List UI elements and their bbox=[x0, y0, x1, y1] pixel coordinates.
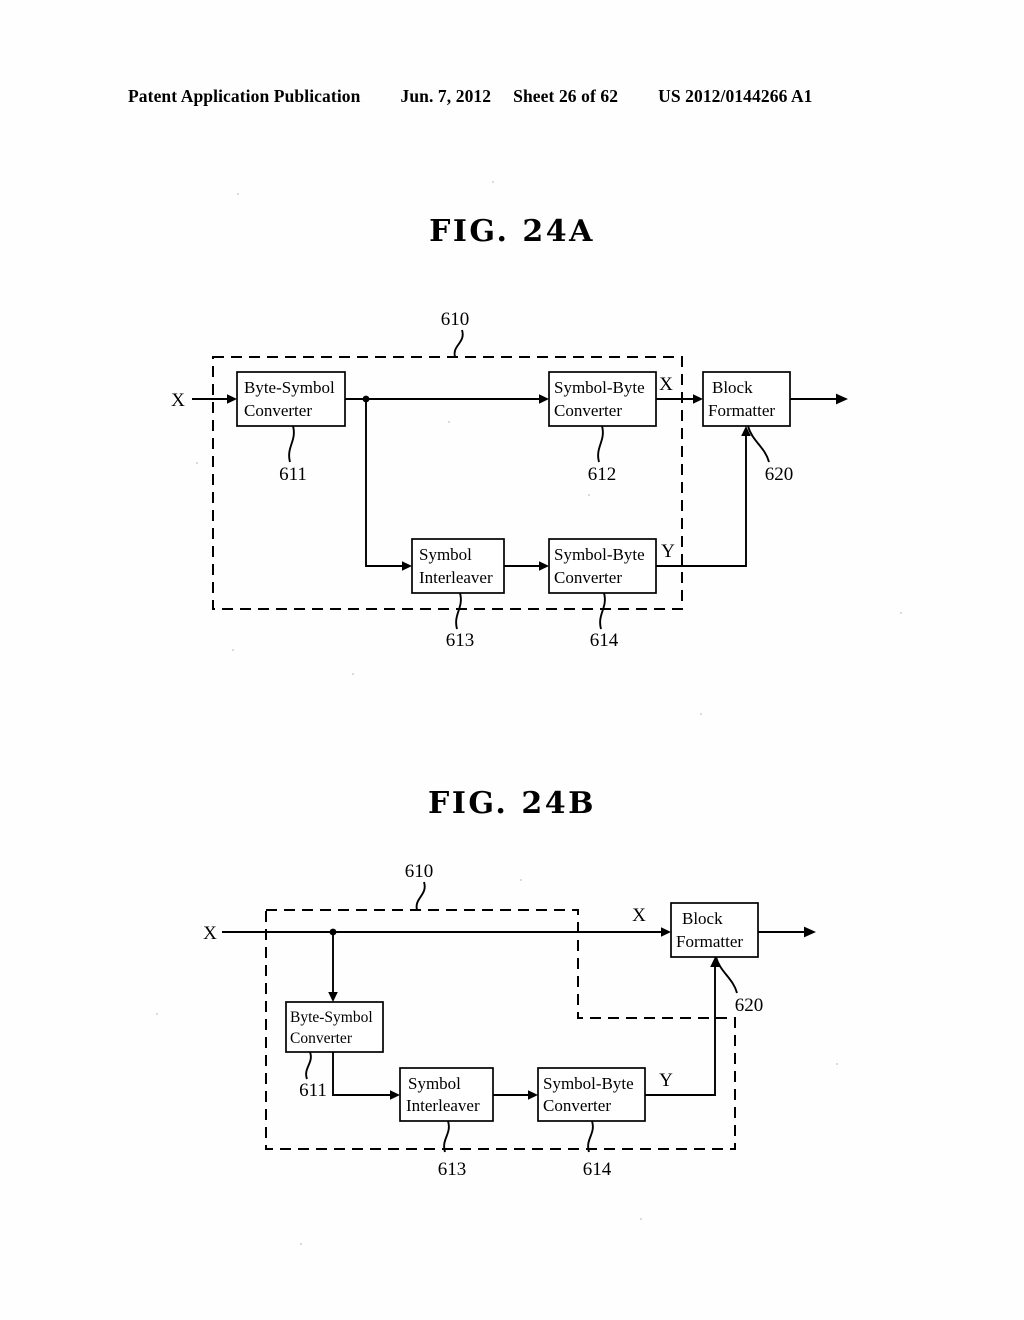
leader-line-611-b bbox=[305, 1051, 312, 1080]
ref-num-611-b: 611 bbox=[299, 1080, 327, 1101]
block-614-line2-b: Converter bbox=[543, 1096, 611, 1115]
leader-line-620-b bbox=[715, 956, 738, 994]
block-614-line1-b: Symbol-Byte bbox=[543, 1074, 634, 1093]
leader-line-613-b bbox=[443, 1120, 450, 1153]
block-620-line2-b: Formatter bbox=[676, 932, 743, 951]
patent-page: Patent Application Publication Jun. 7, 2… bbox=[0, 0, 1024, 1320]
ref-num-620-b: 620 bbox=[735, 995, 764, 1016]
ref-num-613-b: 613 bbox=[438, 1159, 467, 1180]
signal-label-input-x-b: X bbox=[203, 923, 217, 944]
block-613-line1-b: Symbol bbox=[408, 1074, 461, 1093]
block-620-line1-b: Block bbox=[682, 909, 723, 928]
block-611-line1-b: Byte-Symbol bbox=[290, 1009, 373, 1026]
wire-614-to-620-b bbox=[645, 964, 716, 1096]
figure-24b-diagram: 610 Byte-Symbol Converter 611 Symbol Int… bbox=[203, 861, 816, 1180]
arrowhead-output-24b bbox=[804, 926, 816, 938]
arrowhead-x-620-b bbox=[661, 927, 671, 937]
arrowhead-branch-611-b bbox=[328, 992, 338, 1002]
ref-num-610-b: 610 bbox=[405, 861, 434, 882]
block-613-line2-b: Interleaver bbox=[406, 1096, 480, 1115]
wire-611-to-613-b bbox=[332, 1052, 393, 1096]
leader-line-614-b bbox=[587, 1120, 594, 1153]
ref-num-614-b: 614 bbox=[583, 1159, 612, 1180]
leader-line-610-b bbox=[415, 881, 426, 911]
arrowhead-613-614-b bbox=[528, 1090, 538, 1100]
block-611-line2-b: Converter bbox=[290, 1030, 353, 1047]
signal-label-upper-x-b: X bbox=[632, 905, 646, 926]
arrowhead-611-613-b bbox=[390, 1090, 400, 1100]
signal-label-lower-y-b: Y bbox=[659, 1070, 673, 1091]
